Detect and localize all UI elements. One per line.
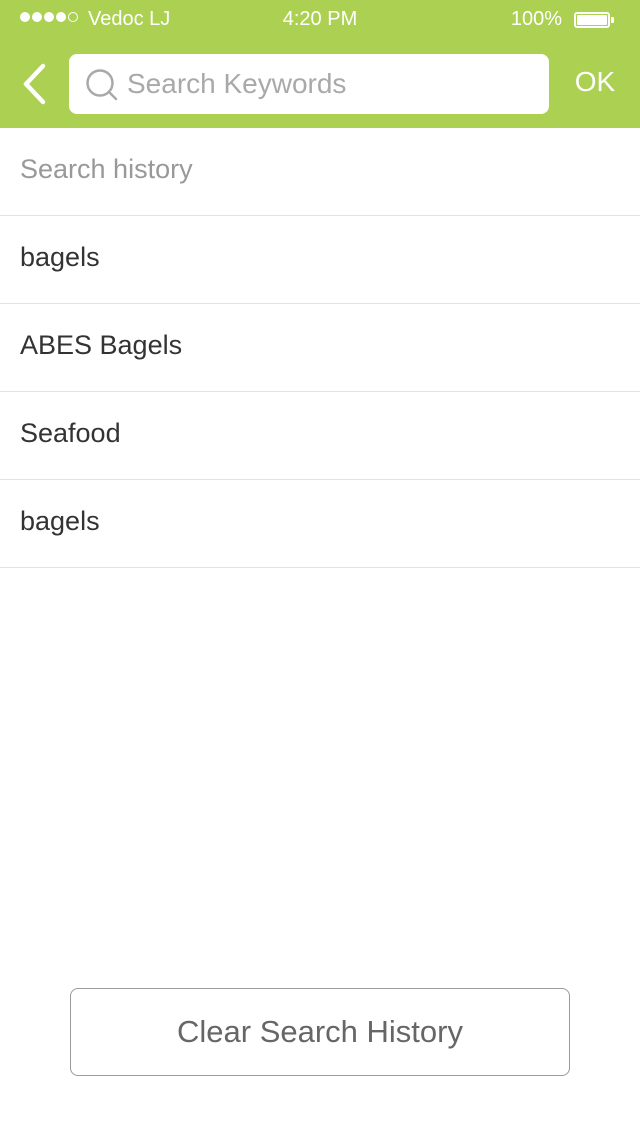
history-item[interactable]: bagels xyxy=(0,216,640,304)
search-history-title: Search history xyxy=(20,154,193,184)
history-item-label: bagels xyxy=(20,506,100,536)
history-item-label: ABES Bagels xyxy=(20,330,183,360)
clear-search-history-button[interactable]: Clear Search History xyxy=(70,988,570,1076)
search-input[interactable] xyxy=(127,54,537,114)
history-item[interactable]: ABES Bagels xyxy=(0,304,640,392)
history-item-label: bagels xyxy=(20,242,100,272)
chevron-left-icon xyxy=(23,63,46,105)
history-item[interactable]: bagels xyxy=(0,480,640,568)
ok-button[interactable]: OK xyxy=(560,66,630,98)
back-button[interactable] xyxy=(16,58,56,110)
history-item[interactable]: Seafood xyxy=(0,392,640,480)
search-box[interactable] xyxy=(69,54,549,114)
search-history-list: bagels ABES Bagels Seafood bagels xyxy=(0,216,640,568)
search-icon xyxy=(86,69,118,101)
battery-icon xyxy=(574,12,614,30)
history-item-label: Seafood xyxy=(20,418,121,448)
top-bar: Vedoc LJ 4:20 PM 100% OK xyxy=(0,0,640,128)
battery-percent: 100% xyxy=(510,8,562,30)
search-history-heading: Search history xyxy=(0,128,640,216)
status-bar: Vedoc LJ 4:20 PM 100% xyxy=(0,0,640,40)
